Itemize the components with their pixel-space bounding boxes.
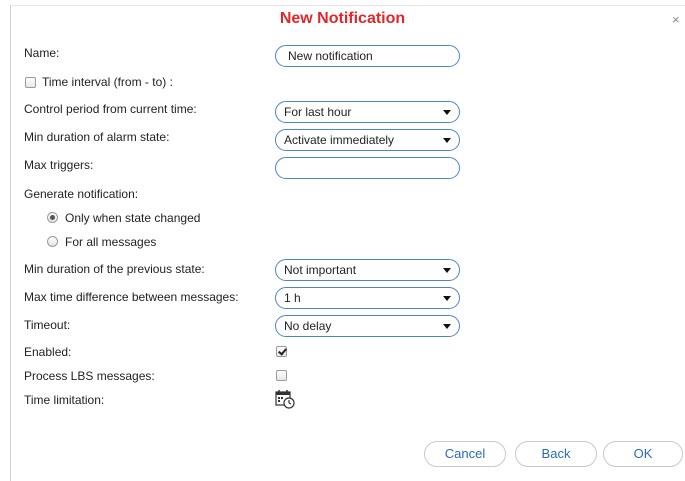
min-duration-prev-value: Not important [284,263,357,277]
calendar-clock-icon[interactable] [275,389,295,409]
chevron-down-icon [443,138,451,143]
min-duration-alarm-select[interactable]: Activate immediately [275,129,460,151]
min-duration-prev-select[interactable]: Not important [275,259,460,281]
time-limitation-label: Time limitation: [24,393,105,407]
control-period-label: Control period from current time: [24,102,197,116]
enabled-checkbox[interactable] [276,346,287,357]
radio-for-all-messages[interactable] [47,236,58,247]
chevron-down-icon [443,110,451,115]
max-triggers-label: Max triggers: [24,158,94,172]
min-duration-prev-label: Min duration of the previous state: [24,262,205,276]
timeout-value: No delay [284,319,332,333]
min-duration-alarm-label: Min duration of alarm state: [24,130,170,144]
control-period-select[interactable]: For last hour [275,101,460,123]
chevron-down-icon [443,296,451,301]
timeout-label: Timeout: [24,318,71,332]
control-period-value: For last hour [284,105,352,119]
radio-label-only-when-state-changed: Only when state changed [65,211,201,225]
close-icon[interactable]: × [672,12,680,27]
name-input[interactable] [275,45,460,67]
time-interval-label: Time interval (from - to) : [42,75,173,89]
max-time-diff-label: Max time difference between messages: [24,290,239,304]
time-interval-checkbox[interactable] [25,77,36,88]
min-duration-alarm-value: Activate immediately [284,133,395,147]
chevron-down-icon [443,324,451,329]
dialog-title: New Notification [279,10,406,27]
max-time-diff-value: 1 h [284,291,301,305]
generate-notification-label: Generate notification: [24,187,139,201]
max-time-diff-select[interactable]: 1 h [275,287,460,309]
chevron-down-icon [443,268,451,273]
max-triggers-input[interactable] [275,157,460,179]
process-lbs-label: Process LBS messages: [24,369,155,383]
timeout-select[interactable]: No delay [275,315,460,337]
radio-only-when-state-changed[interactable] [47,212,58,223]
ok-button[interactable]: OK [603,441,683,467]
back-button[interactable]: Back [515,441,597,467]
name-label: Name: [24,46,60,60]
radio-label-for-all-messages: For all messages [65,235,157,249]
process-lbs-checkbox[interactable] [276,370,287,381]
enabled-label: Enabled: [24,345,72,359]
cancel-button[interactable]: Cancel [424,441,506,467]
